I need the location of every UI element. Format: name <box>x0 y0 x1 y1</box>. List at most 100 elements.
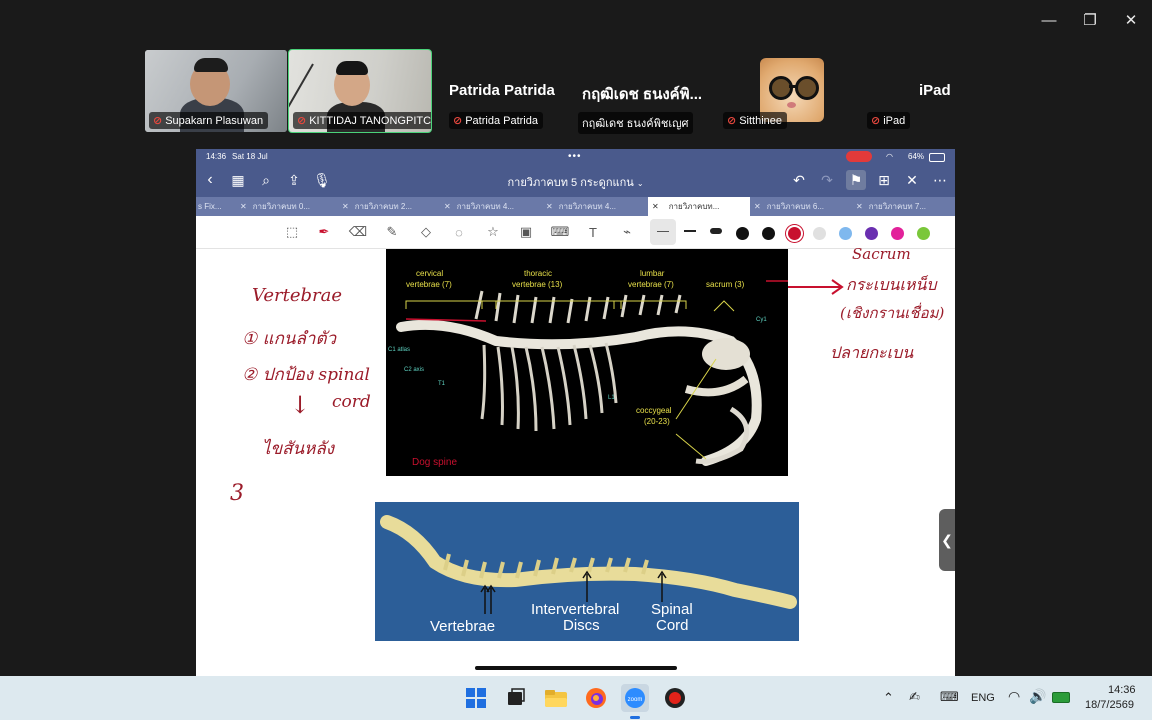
doc-tab[interactable]: ✕ กายวิภาคบท 4... <box>444 197 542 216</box>
participant-big-name: กฤฒิเดช ธนงค์พิ... <box>582 86 703 103</box>
label-cord: Cord <box>656 617 689 634</box>
firefox-icon[interactable] <box>582 684 610 712</box>
label-intervertebral: Intervertebral <box>531 601 620 618</box>
color-swatch[interactable] <box>916 227 930 240</box>
language-indicator[interactable]: ENG <box>971 692 995 704</box>
doc-tab[interactable]: ✕ กายวิภาคบท 4... <box>546 197 644 216</box>
color-swatch[interactable] <box>890 227 904 240</box>
label-coccygeal: coccygeal <box>636 406 672 415</box>
color-swatch[interactable] <box>813 227 827 240</box>
clock-date[interactable]: 18/7/2569 <box>1085 699 1134 711</box>
label-spinal: Spinal <box>651 601 693 618</box>
stroke-width-medium[interactable] <box>684 230 696 232</box>
mic-muted-icon: ⊘ <box>153 115 163 127</box>
participant-tile-supakarn[interactable]: ⊘ Supakarn Plasuwan <box>145 50 287 132</box>
shared-screen: 14:36 Sat 18 Jul ••• ◠ 64% ‹ ▦ ⌕ ⇪ 🎙 กาย… <box>196 149 955 676</box>
stroke-width-thick[interactable] <box>710 228 722 234</box>
label-vertebrae: Vertebrae <box>430 618 496 635</box>
participant-name-label: ⊘ iPad <box>867 112 911 129</box>
battery-icon[interactable] <box>1052 692 1070 703</box>
doc-tab[interactable]: ✕ กายวิภาคบท 2... <box>342 197 440 216</box>
color-swatch[interactable] <box>839 227 853 240</box>
close-button[interactable]: ✕ <box>1116 8 1146 32</box>
label-sacrum: sacrum (3) <box>706 280 745 289</box>
image-icon[interactable]: ▣ <box>516 223 536 241</box>
handwritten-item1: ① แกนลำตัว <box>242 329 337 349</box>
recording-indicator <box>846 151 872 162</box>
file-explorer-icon[interactable] <box>542 684 570 712</box>
restore-button[interactable]: ❐ <box>1075 8 1105 32</box>
lasso-select-icon[interactable]: ⬚ <box>282 223 302 241</box>
participant-name-label: ⊘ Supakarn Plasuwan <box>149 112 269 129</box>
screen-recorder-icon[interactable] <box>661 684 689 712</box>
start-icon[interactable] <box>462 684 490 712</box>
volume-icon[interactable]: 🔊 <box>1029 688 1046 705</box>
collapse-panel-handle[interactable]: ❮ <box>939 509 955 571</box>
handwritten-right-4: ปลายกะเบน <box>830 343 914 362</box>
chevron-up-icon[interactable]: ⌃ <box>883 690 894 706</box>
stamp-icon[interactable]: ☆ <box>483 223 503 241</box>
label-cervical: cervical <box>416 269 444 278</box>
close-doc-icon[interactable]: ✕ <box>902 170 922 190</box>
label-coccygeal-count: (20-23) <box>644 417 670 426</box>
drawing-toolbar: ⬚ ✒ ⌫ ✎ ◇ ◌ ☆ ▣ ⌨ T ⌁ <box>196 216 955 249</box>
participant-big-name: Patrida Patrida <box>449 82 555 99</box>
label-discs: Discs <box>563 617 600 634</box>
lasso-icon[interactable]: ◌ <box>449 223 469 241</box>
stroke-width-panel <box>650 219 676 245</box>
more-icon[interactable]: ⋯ <box>930 170 950 190</box>
color-swatch[interactable] <box>787 227 801 240</box>
doc-tab[interactable]: ✕ กายวิภาคบท 7... <box>856 197 955 216</box>
undo-icon[interactable]: ↶ <box>789 170 809 190</box>
color-swatch[interactable] <box>736 227 749 240</box>
chevron-down-icon: ⌄ <box>636 179 644 188</box>
pen-menu-icon[interactable]: ✍ <box>909 689 920 705</box>
stroke-width-thin[interactable] <box>657 231 669 232</box>
task-view-icon[interactable] <box>502 684 530 712</box>
participant-name-label: กฤฒิเดช ธนงค์พิชเญศ <box>578 112 694 134</box>
active-app-indicator <box>630 716 640 719</box>
touch-keyboard-icon[interactable]: ⌨ <box>940 689 959 705</box>
doc-tab[interactable]: ✕ กายวิภาคบท 0... <box>240 197 338 216</box>
redo-icon[interactable]: ↷ <box>817 170 837 190</box>
notes-canvas[interactable]: Vertebrae ① แกนลำตัว ② ปกป้อง spinal cor… <box>196 245 955 676</box>
pen-icon[interactable]: ✒ <box>314 223 334 241</box>
eraser-icon[interactable]: ⌫ <box>348 223 368 241</box>
label-thoracic: thoracic <box>524 269 553 278</box>
clock-time[interactable]: 14:36 <box>1108 684 1136 696</box>
minimize-button[interactable]: — <box>1034 8 1064 32</box>
chevron-left-icon: ❮ <box>941 531 953 548</box>
participant-big-name: iPad <box>919 82 951 99</box>
laser-pointer-icon[interactable]: ⌁ <box>617 223 637 241</box>
participant-name-label: ⊘ Sitthinee <box>723 112 788 129</box>
svg-text:zoom: zoom <box>628 697 643 703</box>
handwritten-vertebrae: Vertebrae <box>252 285 342 306</box>
handwritten-arrow: ↓ <box>290 391 311 419</box>
highlighter-icon[interactable]: ✎ <box>382 223 402 241</box>
label-lumbar-count: vertebrae (7) <box>628 280 674 289</box>
participant-tile-kittidaj[interactable]: ⊘ KITTIDAJ TANONGPITCHA... <box>288 49 432 133</box>
text-icon[interactable]: T <box>583 223 603 241</box>
doc-tab-active[interactable]: ✕ กายวิภาคบท... <box>648 197 750 216</box>
color-swatch[interactable] <box>865 227 878 240</box>
mic-muted-icon: ⊘ <box>297 115 307 127</box>
add-page-icon[interactable]: ⊞ <box>874 170 894 190</box>
zoom-icon[interactable]: zoom <box>621 684 649 712</box>
handwritten-right-1: Sacrum <box>852 245 911 263</box>
color-swatch[interactable] <box>761 227 775 240</box>
mic-muted-icon: ⊘ <box>871 115 881 127</box>
doc-title[interactable]: กายวิภาคบท 5 กระดูกแกน ⌄ <box>196 173 955 191</box>
participant-name-label: ⊘ Patrida Patrida <box>449 112 543 129</box>
label-l1: L1 <box>608 395 615 401</box>
home-indicator <box>475 666 677 670</box>
doc-tab[interactable]: ✕ กายวิภาคบท 6... <box>754 197 852 216</box>
handwritten-right-2: กระเบนเหน็บ <box>846 275 937 294</box>
label-thoracic-count: vertebrae (13) <box>512 280 563 289</box>
bookmark-icon[interactable]: ⚑ <box>846 170 866 190</box>
handwritten-item2b: cord <box>332 392 371 412</box>
notes-nav-bar: ‹ ▦ ⌕ ⇪ 🎙 กายวิภาคบท 5 กระดูกแกน ⌄ ↶ ↷ ⚑… <box>196 164 955 197</box>
shapes-icon[interactable]: ◇ <box>416 223 436 241</box>
keyboard-icon[interactable]: ⌨ <box>550 223 570 241</box>
wifi-icon[interactable]: ◠ <box>1008 688 1020 705</box>
doc-tab[interactable]: s Fix... <box>196 197 238 216</box>
